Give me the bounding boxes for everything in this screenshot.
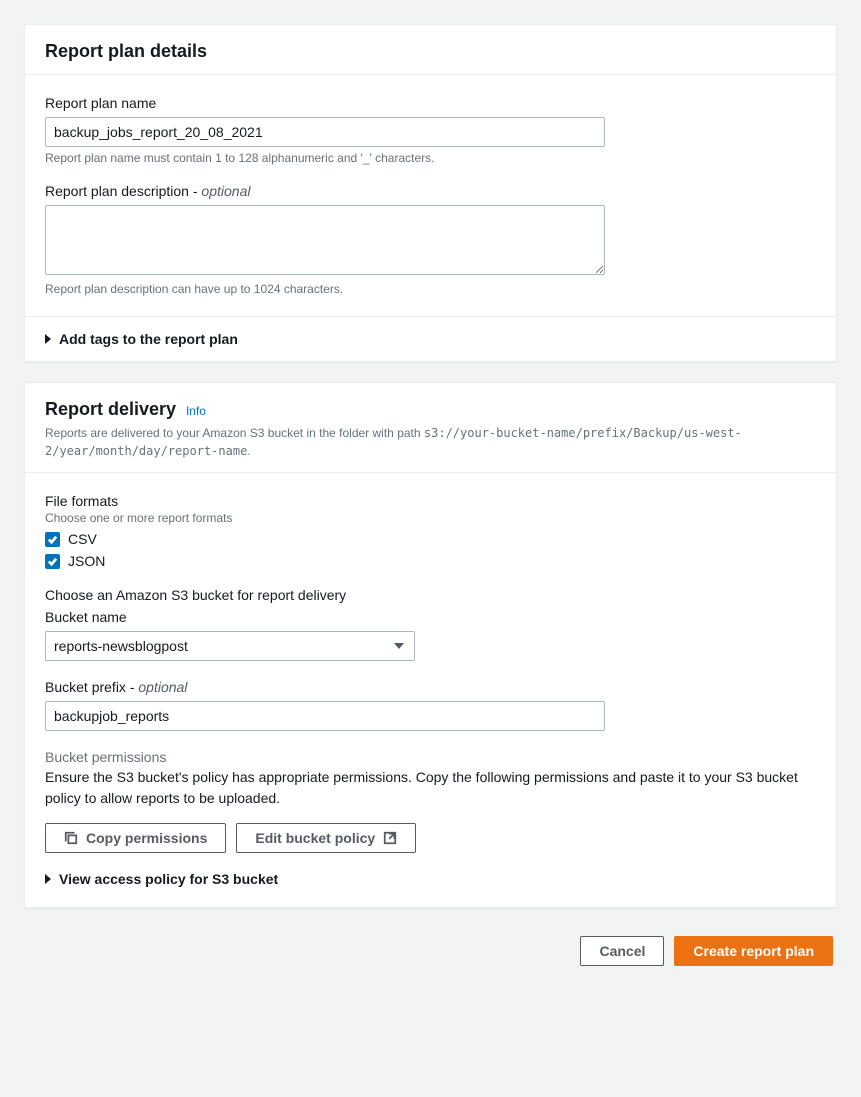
- panel-title: Report delivery: [45, 399, 176, 419]
- bucket-name-group: Bucket name reports-newsblogpost: [45, 609, 816, 661]
- caret-right-icon: [45, 874, 51, 884]
- external-link-icon: [383, 831, 397, 845]
- add-tags-expander[interactable]: Add tags to the report plan: [25, 316, 836, 361]
- json-label: JSON: [68, 553, 105, 569]
- report-description-label: Report plan description - optional: [45, 183, 816, 199]
- panel-body: File formats Choose one or more report f…: [25, 473, 836, 907]
- report-name-help: Report plan name must contain 1 to 128 a…: [45, 151, 816, 165]
- copy-permissions-label: Copy permissions: [86, 830, 207, 846]
- report-description-label-text: Report plan description -: [45, 183, 201, 199]
- chevron-down-icon: [394, 643, 404, 649]
- json-checkbox[interactable]: [45, 554, 60, 569]
- panel-body: Report plan name Report plan name must c…: [25, 75, 836, 316]
- bucket-name-label: Bucket name: [45, 609, 816, 625]
- csv-checkbox-row: CSV: [45, 531, 816, 547]
- bucket-permissions-text: Ensure the S3 bucket's policy has approp…: [45, 767, 816, 809]
- delivery-subtext-prefix: Reports are delivered to your Amazon S3 …: [45, 426, 424, 440]
- create-report-plan-button[interactable]: Create report plan: [674, 936, 833, 966]
- info-link[interactable]: Info: [186, 404, 206, 418]
- bucket-permissions-label: Bucket permissions: [45, 749, 816, 765]
- bucket-permissions-group: Bucket permissions Ensure the S3 bucket'…: [45, 749, 816, 887]
- add-tags-label: Add tags to the report plan: [59, 331, 238, 347]
- check-icon: [47, 556, 58, 567]
- report-description-input[interactable]: [45, 205, 605, 275]
- copy-icon: [64, 831, 78, 845]
- optional-text: optional: [201, 183, 250, 199]
- report-name-label: Report plan name: [45, 95, 816, 111]
- view-access-policy-label: View access policy for S3 bucket: [59, 871, 278, 887]
- report-delivery-panel: Report delivery Info Reports are deliver…: [24, 382, 837, 908]
- csv-label: CSV: [68, 531, 97, 547]
- footer-actions: Cancel Create report plan: [24, 928, 837, 970]
- report-plan-details-panel: Report plan details Report plan name Rep…: [24, 24, 837, 362]
- bucket-prefix-group: Bucket prefix - optional: [45, 679, 816, 731]
- panel-header: Report plan details: [25, 25, 836, 75]
- delivery-subtext: Reports are delivered to your Amazon S3 …: [45, 424, 816, 460]
- json-checkbox-row: JSON: [45, 553, 816, 569]
- caret-right-icon: [45, 334, 51, 344]
- panel-header: Report delivery Info Reports are deliver…: [25, 383, 836, 473]
- permissions-button-row: Copy permissions Edit bucket policy: [45, 823, 816, 853]
- copy-permissions-button[interactable]: Copy permissions: [45, 823, 226, 853]
- file-formats-group: File formats Choose one or more report f…: [45, 493, 816, 569]
- report-name-input[interactable]: [45, 117, 605, 147]
- optional-text: optional: [138, 679, 187, 695]
- report-name-group: Report plan name Report plan name must c…: [45, 95, 816, 165]
- edit-bucket-policy-button[interactable]: Edit bucket policy: [236, 823, 416, 853]
- panel-title: Report plan details: [45, 41, 207, 61]
- report-description-help: Report plan description can have up to 1…: [45, 282, 816, 296]
- s3-bucket-heading: Choose an Amazon S3 bucket for report de…: [45, 587, 816, 603]
- bucket-name-select[interactable]: reports-newsblogpost: [45, 631, 415, 661]
- edit-bucket-policy-label: Edit bucket policy: [255, 830, 375, 846]
- bucket-prefix-label: Bucket prefix - optional: [45, 679, 816, 695]
- report-description-group: Report plan description - optional Repor…: [45, 183, 816, 296]
- file-formats-label: File formats: [45, 493, 816, 509]
- cancel-button[interactable]: Cancel: [580, 936, 664, 966]
- file-formats-help: Choose one or more report formats: [45, 511, 816, 525]
- check-icon: [47, 534, 58, 545]
- bucket-name-value: reports-newsblogpost: [54, 638, 188, 654]
- view-access-policy-expander[interactable]: View access policy for S3 bucket: [45, 863, 816, 887]
- bucket-prefix-label-text: Bucket prefix -: [45, 679, 138, 695]
- csv-checkbox[interactable]: [45, 532, 60, 547]
- bucket-prefix-input[interactable]: [45, 701, 605, 731]
